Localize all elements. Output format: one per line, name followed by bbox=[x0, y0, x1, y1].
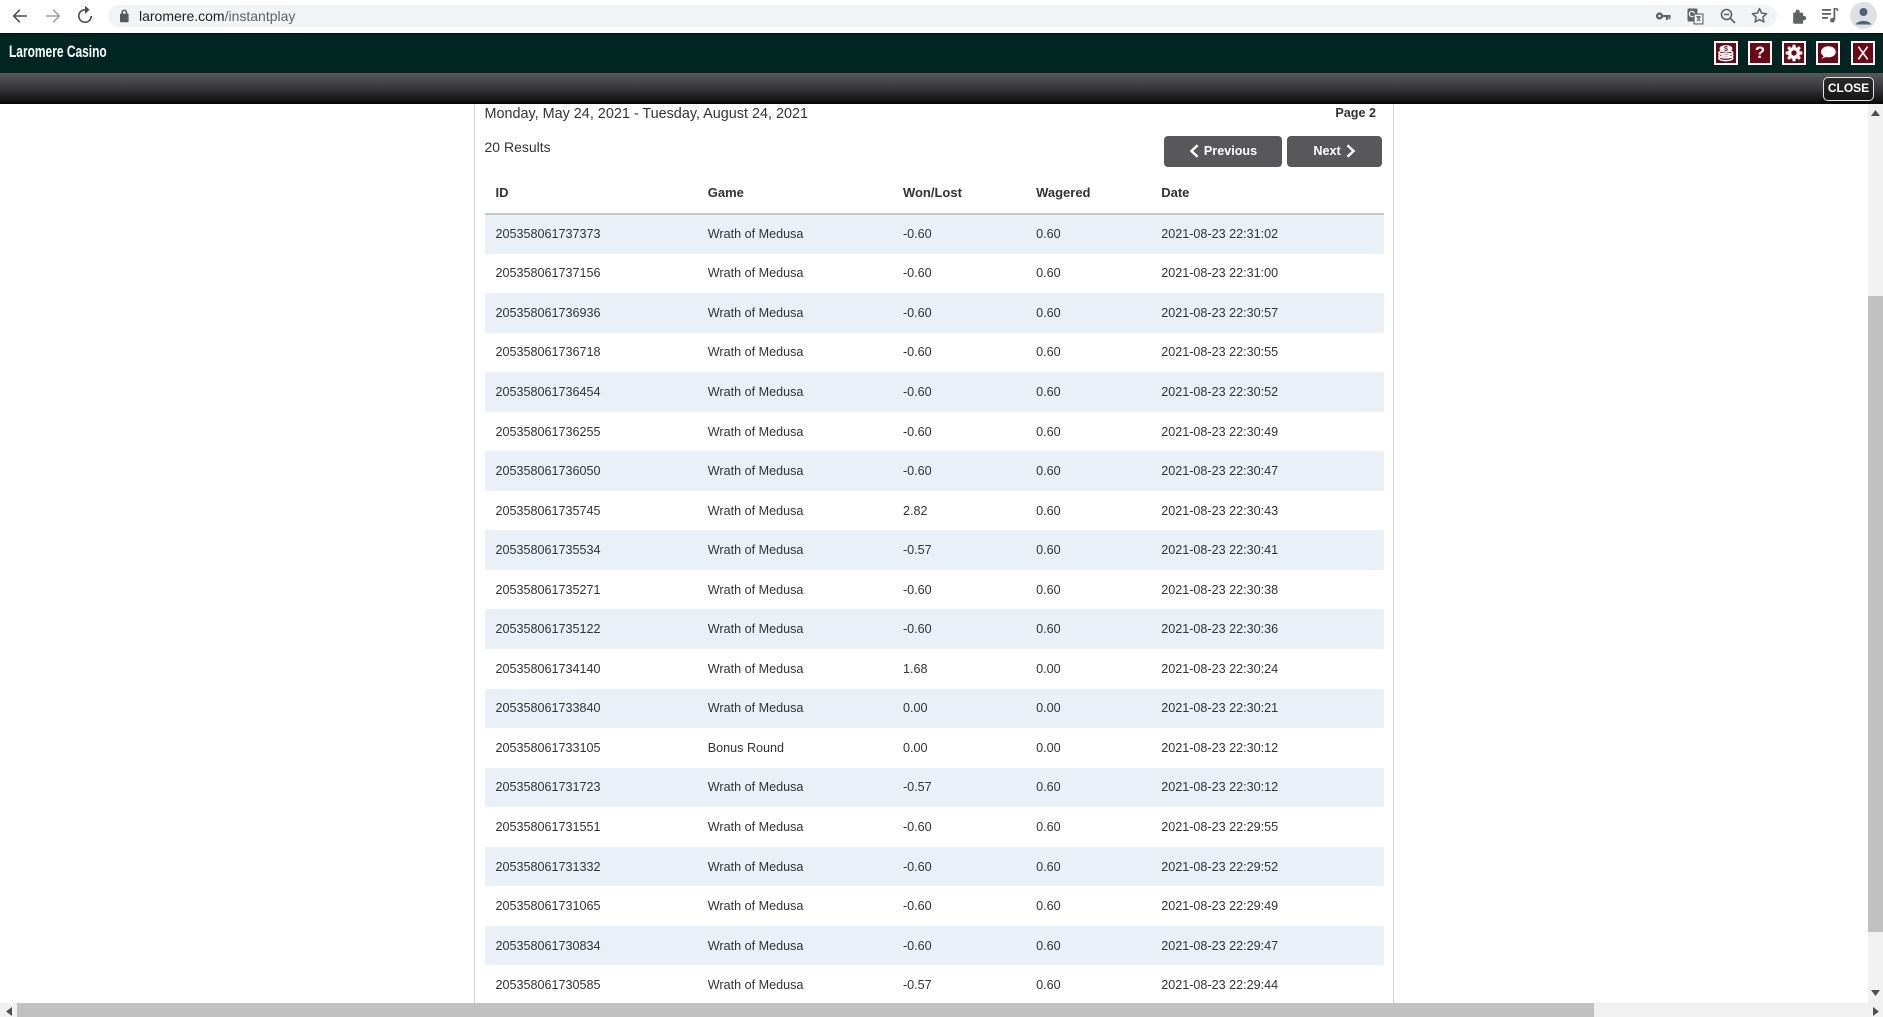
svg-text:$: $ bbox=[1724, 46, 1728, 53]
